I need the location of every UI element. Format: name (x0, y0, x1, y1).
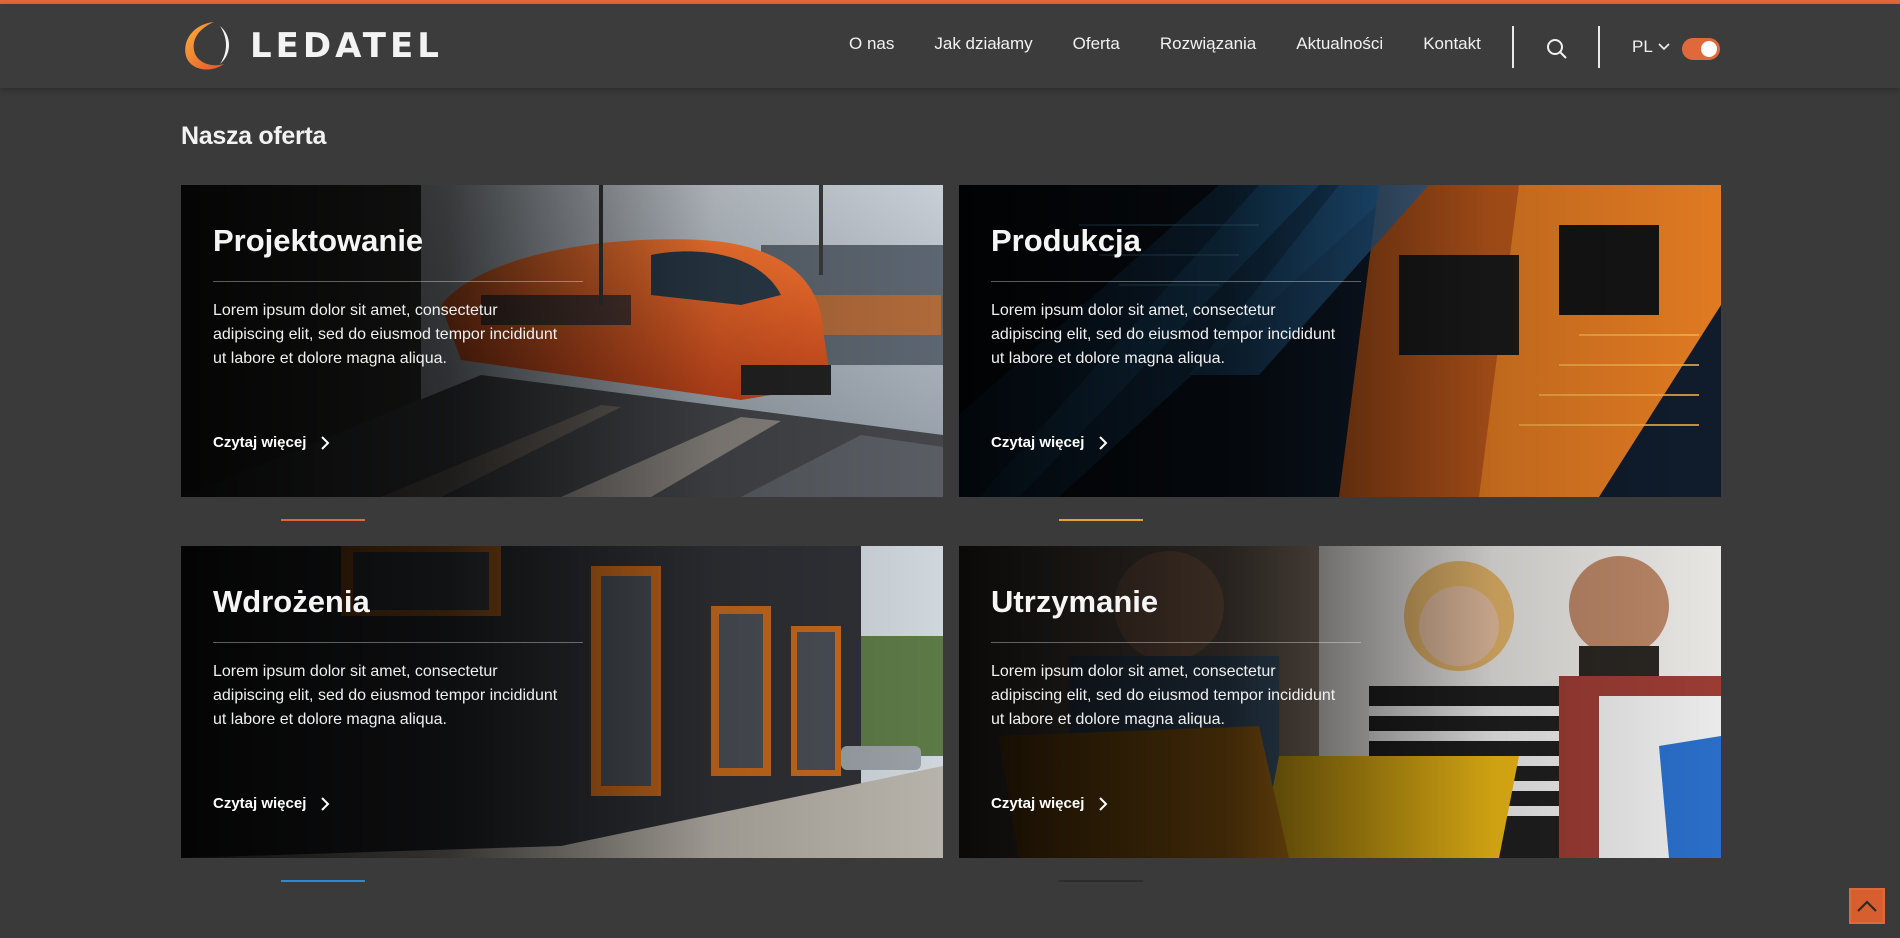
language-selector[interactable]: PL (1632, 37, 1671, 57)
chevron-right-icon (1099, 796, 1108, 811)
read-more-link[interactable]: Czytaj więcej (991, 795, 1108, 812)
offer-card-produkcja[interactable]: Produkcja Lorem ipsum dolor sit amet, co… (959, 185, 1721, 497)
offer-card-utrzymanie[interactable]: Utrzymanie Lorem ipsum dolor sit amet, c… (959, 546, 1721, 858)
offer-card-projektowanie[interactable]: Projektowanie Lorem ipsum dolor sit amet… (181, 185, 943, 497)
site-header: LEDATEL O nas Jak działamy Oferta Rozwią… (0, 4, 1900, 88)
nav-item-jak-dzialamy[interactable]: Jak działamy (934, 34, 1032, 54)
logo[interactable]: LEDATEL (180, 16, 443, 76)
card-title: Utrzymanie (991, 584, 1159, 619)
card-divider (213, 281, 583, 282)
nav-item-oferta[interactable]: Oferta (1073, 34, 1120, 54)
card-description: Lorem ipsum dolor sit amet, consectetur … (991, 663, 1336, 728)
card-description: Lorem ipsum dolor sit amet, consectetur … (213, 302, 558, 367)
read-more-link[interactable]: Czytaj więcej (213, 795, 330, 812)
card-description: Lorem ipsum dolor sit amet, consectetur … (213, 663, 558, 728)
logo-icon (185, 22, 229, 70)
logo-wordmark: LEDATEL (250, 26, 443, 66)
nav-divider (1598, 26, 1600, 68)
search-icon[interactable] (1545, 37, 1569, 61)
read-more-link[interactable]: Czytaj więcej (991, 434, 1108, 451)
card-accent-line (281, 519, 365, 521)
card-title: Wdrożenia (213, 584, 370, 619)
card-accent-line (1059, 519, 1143, 521)
nav-item-o-nas[interactable]: O nas (849, 34, 894, 54)
offer-card-wdrozenia[interactable]: Wdrożenia Lorem ipsum dolor sit amet, co… (181, 546, 943, 858)
card-accent-line (281, 880, 365, 882)
main-nav: O nas Jak działamy Oferta Rozwiązania Ak… (849, 34, 1521, 54)
read-more-label: Czytaj więcej (991, 795, 1085, 812)
read-more-label: Czytaj więcej (213, 795, 307, 812)
chevron-right-icon (1099, 435, 1108, 450)
nav-divider (1512, 26, 1514, 68)
scroll-to-top-button[interactable] (1849, 888, 1885, 924)
card-title: Produkcja (991, 223, 1141, 258)
language-label: PL (1632, 37, 1653, 56)
card-divider (991, 642, 1361, 643)
chevron-down-icon (1658, 43, 1670, 51)
theme-toggle[interactable] (1682, 38, 1720, 60)
card-title: Projektowanie (213, 223, 424, 258)
read-more-link[interactable]: Czytaj więcej (213, 434, 330, 451)
nav-item-aktualnosci[interactable]: Aktualności (1296, 34, 1383, 54)
nav-item-kontakt[interactable]: Kontakt (1423, 34, 1481, 54)
card-description: Lorem ipsum dolor sit amet, consectetur … (991, 302, 1336, 367)
card-divider (991, 281, 1361, 282)
chevron-right-icon (321, 796, 330, 811)
chevron-up-icon (1857, 900, 1877, 912)
read-more-label: Czytaj więcej (213, 434, 307, 451)
card-divider (213, 642, 583, 643)
read-more-label: Czytaj więcej (991, 434, 1085, 451)
nav-item-rozwiazania[interactable]: Rozwiązania (1160, 34, 1256, 54)
toggle-knob (1701, 41, 1717, 57)
card-accent-line (1059, 880, 1143, 882)
chevron-right-icon (321, 435, 330, 450)
section-title: Nasza oferta (181, 122, 327, 150)
